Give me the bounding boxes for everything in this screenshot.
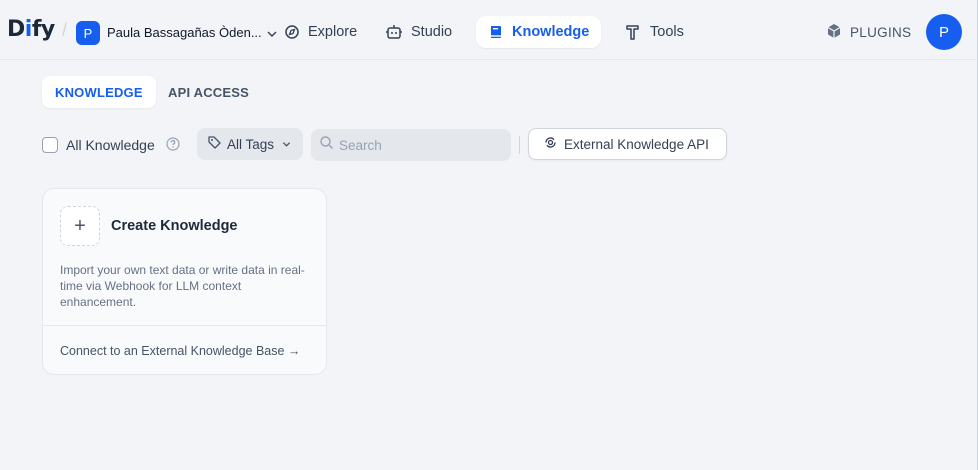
cube-icon [826,23,842,42]
nav-knowledge-label: Knowledge [512,24,590,40]
search-input[interactable] [339,137,499,153]
connect-external-knowledge-link[interactable]: Connect to an External Knowledge Base → [60,344,300,358]
tab-api-access[interactable]: API ACCESS [155,76,262,108]
plugins-label: PLUGINS [850,25,912,40]
nav-explore[interactable]: Explore [270,16,369,48]
plugins-button[interactable]: PLUGINS [826,23,911,42]
book-icon [488,24,504,40]
compass-icon [282,23,300,41]
robot-icon [385,23,403,41]
search-icon [319,135,334,155]
dify-logo[interactable]: Dify [7,17,55,43]
external-knowledge-api-button[interactable]: External Knowledge API [528,128,727,160]
nav-knowledge[interactable]: Knowledge [476,16,602,48]
app-window: Dify / P Paula Bassagañas Òden... Explor… [0,0,978,470]
tab-knowledge[interactable]: KNOWLEDGE [42,76,156,108]
search-field[interactable] [311,129,511,161]
nav-tools[interactable]: Tools [612,16,696,48]
nav-tools-label: Tools [650,24,684,40]
create-knowledge-card[interactable]: + Create Knowledge Import your own text … [42,188,327,375]
all-knowledge-checkbox[interactable] [42,137,58,153]
external-knowledge-api-label: External Knowledge API [564,136,709,152]
hammer-icon [624,23,642,41]
tags-filter-button[interactable]: All Tags [197,128,303,160]
breadcrumb-separator: / [62,20,68,40]
tags-label: All Tags [227,136,275,152]
api-connection-icon [543,135,558,153]
question-circle-icon[interactable] [166,137,180,156]
nav-studio[interactable]: Studio [373,16,464,48]
create-knowledge-description: Import your own text data or write data … [60,263,305,309]
user-avatar[interactable]: P [926,14,962,50]
workspace-avatar[interactable]: P [76,21,100,45]
create-knowledge-title[interactable]: Create Knowledge [111,218,238,234]
tag-icon [207,135,222,153]
all-knowledge-label: All Knowledge [66,137,155,153]
card-divider [43,325,326,326]
nav-studio-label: Studio [411,24,453,40]
toolbar-divider [519,136,520,154]
nav-explore-label: Explore [308,24,358,40]
top-header: Dify / P Paula Bassagañas Òden... Explor… [0,0,976,60]
plus-icon[interactable]: + [60,206,100,246]
chevron-down-icon [282,137,291,152]
workspace-name[interactable]: Paula Bassagañas Òden... [107,25,262,40]
